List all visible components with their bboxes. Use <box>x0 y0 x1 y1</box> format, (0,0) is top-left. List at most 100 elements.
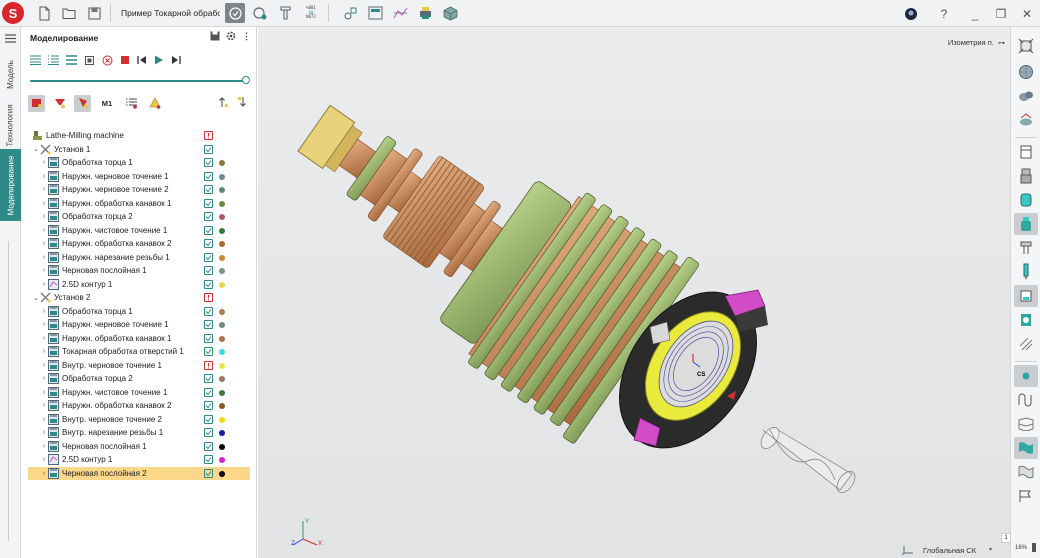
expand-chevron-icon[interactable]: › <box>40 200 48 207</box>
sort-ascending-icon[interactable] <box>218 96 229 110</box>
cube-view-icon[interactable] <box>440 3 460 23</box>
toolpath-color-dot[interactable] <box>219 376 225 382</box>
point-display-icon[interactable] <box>1014 365 1038 387</box>
show-holder-icon[interactable] <box>74 94 91 112</box>
app-logo[interactable]: S <box>2 2 24 24</box>
visibility-checkbox[interactable] <box>204 306 213 316</box>
visibility-checkbox[interactable] <box>204 171 213 181</box>
expand-chevron-icon[interactable]: › <box>40 443 48 450</box>
visibility-checkbox[interactable] <box>204 212 213 221</box>
tree-operation-row[interactable]: › Обработка торца 2 <box>28 372 250 386</box>
visibility-checkbox[interactable] <box>204 252 213 262</box>
visibility-checkbox[interactable] <box>204 225 213 235</box>
printer-icon[interactable] <box>415 3 435 23</box>
fit-view-icon[interactable] <box>1014 35 1038 57</box>
toolpath-color-dot[interactable] <box>219 389 225 396</box>
notification-badge[interactable]: 1 <box>1001 533 1011 543</box>
visibility-checkbox[interactable] <box>204 441 213 451</box>
tree-operation-row[interactable]: › 2.5D контур 1 <box>28 278 250 292</box>
visibility-checkbox[interactable] <box>204 266 213 275</box>
save-icon[interactable] <box>210 31 220 43</box>
account-icon[interactable] <box>898 0 924 27</box>
open-folder-icon[interactable] <box>59 3 79 23</box>
expand-chevron-icon[interactable]: › <box>40 267 48 274</box>
machine-view-icon[interactable] <box>1014 285 1038 307</box>
3d-viewport[interactable]: Изометрия п. ⊶ CS Y Z X Глобальная СК ▾ <box>258 27 1010 558</box>
tree-operation-row[interactable]: › Черновая послойная 1 <box>28 264 250 278</box>
tree-operation-row[interactable]: › Обработка торца 1 <box>28 156 250 170</box>
tree-operation-row[interactable]: › Черновая послойная 2 <box>28 466 250 480</box>
simulation-icon[interactable] <box>225 3 245 23</box>
tree-operation-row[interactable]: › Обработка торца 2 <box>28 210 250 224</box>
tree-operation-row[interactable]: › Внутр. черновое точение 1 <box>28 359 250 373</box>
help-button[interactable]: ? <box>932 0 956 27</box>
part-3d-model[interactable]: CS <box>258 27 1010 558</box>
hatch-view-icon[interactable] <box>1014 333 1038 355</box>
path-display-icon[interactable] <box>1014 389 1038 411</box>
expand-chevron-icon[interactable]: › <box>40 375 48 382</box>
expand-chevron-icon[interactable]: › <box>40 456 48 463</box>
expand-chevron-icon[interactable]: › <box>40 281 48 288</box>
tree-operation-row[interactable]: › Наружн. черновое точение 1 <box>28 170 250 184</box>
close-button[interactable]: ✕ <box>1014 0 1040 27</box>
visibility-checkbox[interactable] <box>204 320 213 329</box>
expand-chevron-icon[interactable]: › <box>40 429 48 436</box>
expand-chevron-icon[interactable]: › <box>40 348 48 355</box>
report-icon[interactable] <box>365 3 385 23</box>
m1-toggle[interactable]: M1 <box>97 95 117 112</box>
gcode-icon[interactable]: %001 G0 N072 <box>300 3 322 23</box>
expand-chevron-icon[interactable]: › <box>40 213 48 220</box>
gear-icon[interactable] <box>226 31 236 43</box>
toolpath-color-dot[interactable] <box>219 322 225 328</box>
visibility-checkbox[interactable] <box>204 401 213 410</box>
part-view-icon[interactable] <box>1014 213 1038 235</box>
sort-descending-icon[interactable] <box>237 96 248 110</box>
stop-circle-icon[interactable] <box>102 55 113 68</box>
toolpath-color-dot[interactable] <box>219 470 225 477</box>
sphere-view-icon[interactable] <box>1014 61 1038 83</box>
expand-chevron-icon[interactable]: › <box>40 335 48 342</box>
visibility-checkbox[interactable] <box>204 144 213 154</box>
toolpath-color-dot[interactable] <box>219 416 225 423</box>
slider-handle[interactable] <box>242 76 250 84</box>
visibility-checkbox[interactable] <box>204 455 213 464</box>
hamburger-menu-icon[interactable] <box>0 30 21 46</box>
rewind-button[interactable] <box>137 55 147 67</box>
list-view-icon[interactable] <box>30 55 41 67</box>
tree-setup-row[interactable]: ⌄ Установ 2 <box>28 291 250 305</box>
show-tool-icon[interactable] <box>51 95 68 112</box>
visibility-checkbox[interactable] <box>204 198 213 208</box>
visibility-checkbox[interactable] <box>204 347 213 356</box>
warnings-icon[interactable] <box>146 95 163 112</box>
tree-operation-row[interactable]: › Наружн. обработка канавок 2 <box>28 237 250 251</box>
visibility-checkbox[interactable] <box>204 185 213 194</box>
section-view-icon[interactable] <box>1014 109 1038 131</box>
expand-chevron-icon[interactable]: › <box>40 240 48 247</box>
visibility-checkbox[interactable] <box>204 387 213 397</box>
error-status-icon[interactable] <box>204 360 213 370</box>
visibility-checkbox[interactable] <box>204 374 213 383</box>
tab-technology[interactable]: Технология <box>0 97 21 153</box>
expand-chevron-icon[interactable]: › <box>40 389 48 396</box>
visibility-checkbox[interactable] <box>204 239 213 248</box>
toolpath-color-dot[interactable] <box>219 187 225 193</box>
tool-view-icon[interactable] <box>1014 261 1038 283</box>
error-status-icon[interactable] <box>204 131 213 140</box>
flag-outline-icon[interactable] <box>1014 461 1038 483</box>
visibility-checkbox[interactable] <box>204 333 213 343</box>
toolpath-color-dot[interactable] <box>219 281 225 288</box>
collapse-chevron-icon[interactable]: ⌄ <box>32 294 40 302</box>
expand-chevron-icon[interactable]: › <box>40 227 48 234</box>
visibility-checkbox[interactable] <box>204 158 213 167</box>
surface-display-icon[interactable] <box>1014 413 1038 435</box>
tree-operation-row[interactable]: › Наружн. чистовое точение 1 <box>28 224 250 238</box>
flag-display-icon[interactable] <box>1014 437 1038 459</box>
tab-model[interactable]: Модель <box>0 51 21 97</box>
toolpath-color-dot[interactable] <box>219 443 225 450</box>
maximize-button[interactable]: ❐ <box>988 0 1014 27</box>
expand-chevron-icon[interactable]: › <box>40 173 48 180</box>
zoom-slider-icon[interactable] <box>1032 543 1036 552</box>
simulation-progress-slider[interactable] <box>21 73 256 89</box>
workpiece-view-icon[interactable] <box>1014 189 1038 211</box>
toolpath-icon[interactable] <box>390 3 410 23</box>
